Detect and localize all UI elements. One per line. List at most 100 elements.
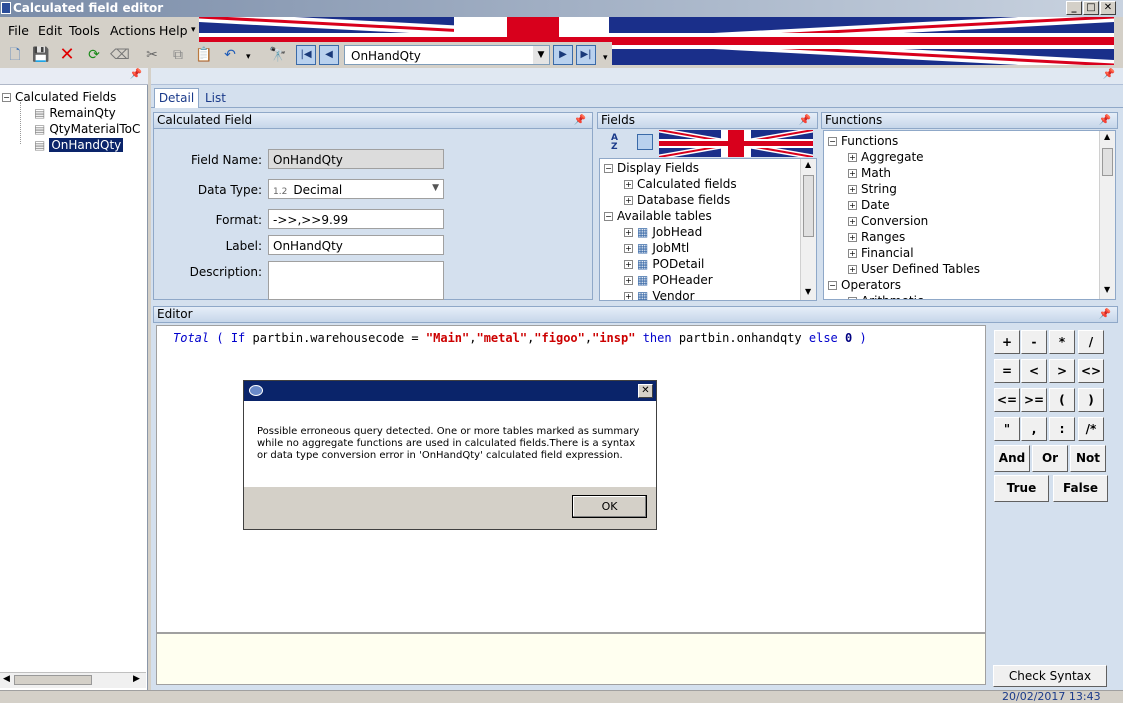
label-input[interactable]: OnHandQty xyxy=(268,235,444,255)
operator-button[interactable]: >= xyxy=(1021,388,1047,412)
menu-actions[interactable]: Actions xyxy=(110,23,156,38)
pin-icon[interactable]: 📌 xyxy=(799,113,811,128)
pin-icon[interactable]: 📌 xyxy=(574,113,586,128)
tree-node[interactable]: + ▦ POHeader xyxy=(624,273,713,287)
menu-overflow-icon[interactable]: ▾ xyxy=(191,25,196,35)
sort-az-icon[interactable]: A Z xyxy=(611,134,625,152)
tree-node[interactable]: + Arithmetic xyxy=(848,294,924,299)
expand-icon[interactable]: + xyxy=(848,153,857,162)
tree-node[interactable]: + String xyxy=(848,182,897,196)
operator-button[interactable]: + xyxy=(994,330,1020,354)
expand-icon[interactable]: + xyxy=(624,244,633,253)
expand-icon[interactable]: + xyxy=(848,249,857,258)
tree-node[interactable]: − Display Fields xyxy=(604,161,699,175)
scroll-left-icon[interactable]: ◀ xyxy=(3,674,10,684)
expand-icon[interactable]: + xyxy=(848,169,857,178)
tree-item-onhandqty[interactable]: ▤ OnHandQty xyxy=(34,138,124,152)
logic-or-button[interactable]: Or xyxy=(1032,445,1068,472)
expand-icon[interactable]: + xyxy=(848,265,857,274)
first-record-button[interactable]: |◀ xyxy=(296,45,316,65)
tab-detail[interactable]: Detail xyxy=(154,88,199,108)
cut-icon[interactable]: ✂ xyxy=(142,45,162,65)
operator-button[interactable]: ( xyxy=(1049,388,1075,412)
previous-record-button[interactable]: ◀ xyxy=(319,45,339,65)
menu-edit[interactable]: Edit xyxy=(38,23,62,38)
scroll-up-icon[interactable]: ▲ xyxy=(805,160,811,169)
tree-node[interactable]: + Calculated fields xyxy=(624,177,737,191)
undo-dropdown-icon[interactable]: ▾ xyxy=(246,52,251,62)
scroll-thumb[interactable] xyxy=(14,675,92,685)
pin-icon[interactable]: 📌 xyxy=(1099,307,1111,322)
tree-item-qtymaterialtoc[interactable]: ▤ QtyMaterialToC xyxy=(34,122,140,136)
tree-item-remainqty[interactable]: ▤ RemainQty xyxy=(34,106,116,120)
menu-help[interactable]: Help xyxy=(159,23,188,38)
toolbar-overflow-icon[interactable]: ▾ xyxy=(603,53,608,63)
syntax-output-area[interactable] xyxy=(156,633,986,685)
expand-icon[interactable]: + xyxy=(624,292,633,300)
menu-tools[interactable]: Tools xyxy=(69,23,100,38)
operator-button[interactable]: <> xyxy=(1078,359,1104,383)
tree-node[interactable]: + Ranges xyxy=(848,230,905,244)
collapse-icon[interactable]: − xyxy=(828,137,837,146)
copy-icon[interactable]: ⧉ xyxy=(168,45,188,65)
data-type-select[interactable]: 1.2 Decimal ▼ xyxy=(268,179,444,199)
scroll-down-icon[interactable]: ▼ xyxy=(1104,285,1110,294)
description-input[interactable] xyxy=(268,261,444,300)
expand-icon[interactable]: + xyxy=(624,196,633,205)
pin-icon[interactable]: 📌 xyxy=(1099,113,1111,128)
save-icon[interactable]: 💾 xyxy=(31,45,51,65)
tree-node[interactable]: + Aggregate xyxy=(848,150,924,164)
paste-icon[interactable]: 📋 xyxy=(194,45,214,65)
expand-icon[interactable]: + xyxy=(624,276,633,285)
scroll-up-icon[interactable]: ▲ xyxy=(1104,132,1110,141)
scroll-right-icon[interactable]: ▶ xyxy=(133,674,140,684)
operator-button[interactable]: < xyxy=(1021,359,1047,383)
expand-icon[interactable]: + xyxy=(848,233,857,242)
field-name-input[interactable]: OnHandQty xyxy=(268,149,444,169)
bool-true-button[interactable]: True xyxy=(994,475,1049,502)
expand-icon[interactable]: + xyxy=(848,297,857,299)
operator-button[interactable]: <= xyxy=(994,388,1020,412)
tree-node[interactable]: + Database fields xyxy=(624,193,730,207)
tree-node[interactable]: − Available tables xyxy=(604,209,712,223)
operator-button[interactable]: * xyxy=(1049,330,1075,354)
expand-icon[interactable]: + xyxy=(624,260,633,269)
clear-icon[interactable]: ⌫ xyxy=(110,45,130,65)
dialog-close-button[interactable]: ✕ xyxy=(638,384,653,398)
operator-button[interactable]: ) xyxy=(1078,388,1104,412)
maximize-button[interactable]: □ xyxy=(1083,1,1099,15)
delete-icon[interactable]: ✕ xyxy=(57,45,77,65)
tree-node[interactable]: + ▦ Vendor xyxy=(624,289,695,300)
expand-icon[interactable]: + xyxy=(624,228,633,237)
ok-button[interactable]: OK xyxy=(572,495,647,518)
minimize-button[interactable]: _ xyxy=(1066,1,1082,15)
logic-not-button[interactable]: Not xyxy=(1070,445,1106,472)
operator-button[interactable]: / xyxy=(1078,330,1104,354)
scroll-down-icon[interactable]: ▼ xyxy=(805,287,811,296)
expand-icon[interactable]: + xyxy=(848,185,857,194)
expand-icon[interactable]: + xyxy=(848,217,857,226)
tree-node[interactable]: + Conversion xyxy=(848,214,928,228)
field-list-icon[interactable] xyxy=(637,134,653,150)
menu-file[interactable]: File xyxy=(8,23,29,38)
scroll-thumb[interactable] xyxy=(1102,148,1113,176)
operator-button[interactable]: > xyxy=(1049,359,1075,383)
fields-vertical-scrollbar[interactable]: ▲ ▼ xyxy=(800,159,816,300)
tree-node[interactable]: − Functions xyxy=(828,134,898,148)
close-button[interactable]: ✕ xyxy=(1100,1,1116,15)
field-selector-combo[interactable]: OnHandQty ▼ xyxy=(344,45,550,65)
left-horizontal-scrollbar[interactable]: ◀ ▶ xyxy=(0,672,146,688)
undo-icon[interactable]: ↶ xyxy=(220,45,240,65)
new-icon[interactable]: 🗋 xyxy=(5,45,25,65)
find-icon[interactable]: 🔭 xyxy=(268,45,288,65)
chevron-down-icon[interactable]: ▼ xyxy=(432,183,439,193)
collapse-icon[interactable]: − xyxy=(2,93,11,102)
expand-icon[interactable]: + xyxy=(624,180,633,189)
format-input[interactable]: ->>,>>9.99 xyxy=(268,209,444,229)
next-record-button[interactable]: ▶ xyxy=(553,45,573,65)
pin-icon[interactable]: 📌 xyxy=(130,69,142,80)
tree-node[interactable]: + Financial xyxy=(848,246,914,260)
collapse-icon[interactable]: − xyxy=(828,281,837,290)
operator-button[interactable]: = xyxy=(994,359,1020,383)
last-record-button[interactable]: ▶| xyxy=(576,45,596,65)
